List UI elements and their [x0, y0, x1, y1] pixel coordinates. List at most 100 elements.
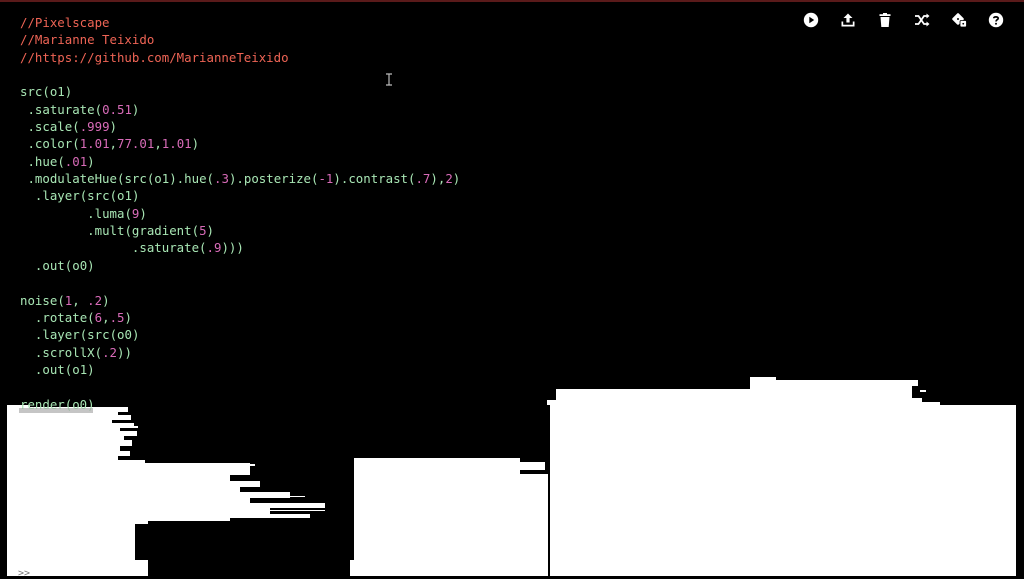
code-function: luma	[94, 205, 125, 221]
code-function: color	[34, 136, 73, 152]
code-punctuation: )	[109, 119, 118, 135]
code-punctuation: .	[20, 101, 35, 117]
code-punctuation: )	[102, 292, 110, 308]
code-punctuation: ))	[117, 344, 132, 360]
code-line[interactable]: //https://github.com/MarianneTeixido	[20, 49, 580, 66]
code-punctuation: .	[20, 309, 43, 325]
code-number: -1	[318, 171, 334, 187]
upload-icon	[841, 13, 854, 27]
code-line[interactable]	[20, 274, 580, 291]
code-function: src	[87, 188, 110, 204]
code-line[interactable]: .color(1.01,77.01,1.01)	[20, 135, 580, 152]
code-function: saturate	[139, 240, 200, 256]
code-number: 2	[445, 171, 453, 187]
code-punctuation: )))	[221, 240, 244, 256]
code-punctuation: ).	[333, 171, 349, 187]
random-sketch-button[interactable]	[940, 8, 977, 32]
code-punctuation: .	[20, 223, 95, 239]
upload-button[interactable]	[829, 8, 866, 32]
code-punctuation: )	[124, 309, 132, 325]
code-punctuation: .	[20, 153, 35, 169]
code-function: scale	[34, 119, 73, 135]
code-number: .2	[87, 292, 103, 308]
code-line[interactable]: .modulateHue(src(o1).hue(.3).posterize(-…	[20, 170, 580, 187]
code-line[interactable]: render(o0)	[19, 396, 580, 413]
code-punctuation: .	[20, 136, 35, 152]
console-prompt: >>	[18, 568, 31, 579]
code-punctuation: .	[20, 171, 35, 187]
code-punctuation: (	[72, 136, 80, 152]
code-punctuation: .	[20, 327, 43, 343]
code-punctuation: .	[20, 119, 35, 135]
code-punctuation: (	[199, 240, 207, 256]
code-function: layer	[42, 188, 80, 204]
code-function: out	[42, 257, 65, 273]
code-line[interactable]: .layer(src(o0)	[20, 326, 580, 343]
clear-button[interactable]	[866, 8, 903, 32]
code-line[interactable]: .scale(.999)	[20, 118, 580, 135]
code-number: .01	[64, 153, 88, 169]
code-editor[interactable]: //Pixelscape //Marianne Teixido//https://…	[19, 14, 580, 413]
code-line[interactable]: //Marianne Teixido	[20, 31, 580, 48]
code-punctuation: (	[124, 205, 132, 221]
code-line[interactable]: src(o1)	[20, 83, 580, 100]
code-punctuation: ,	[109, 136, 118, 152]
trash-icon	[879, 13, 890, 27]
code-punctuation: .	[20, 257, 43, 273]
code-punctuation: (o0)	[109, 327, 140, 343]
code-line[interactable]: .rotate(6,.5)	[20, 309, 580, 326]
shuffle-icon	[914, 13, 929, 27]
code-function: scrollX	[42, 344, 95, 360]
code-punctuation: .	[20, 240, 140, 256]
code-punctuation: (o1).	[146, 171, 185, 187]
code-line[interactable]: .mult(gradient(5)	[20, 222, 580, 239]
code-line[interactable]: .out(o1)	[20, 361, 580, 378]
code-number: 77.01	[117, 136, 155, 152]
code-line[interactable]: .layer(src(o1)	[20, 187, 580, 204]
code-line[interactable]	[20, 66, 580, 83]
code-punctuation: (	[94, 101, 103, 117]
code-line[interactable]	[20, 378, 580, 395]
code-punctuation: (	[124, 223, 132, 239]
code-punctuation: (	[57, 292, 65, 308]
code-line[interactable]: .scrollX(.2))	[20, 344, 580, 361]
code-function: modulateHue	[34, 171, 117, 187]
code-punctuation: (o1)	[64, 361, 95, 377]
code-punctuation: ).	[228, 171, 244, 187]
code-line[interactable]: //Pixelscape	[20, 14, 580, 31]
text-cursor-icon	[385, 71, 393, 86]
code-number: 6	[94, 309, 103, 325]
code-comment: //https://github.com/MarianneTeixido	[20, 49, 289, 65]
shuffle-button[interactable]	[903, 8, 940, 32]
code-punctuation: )	[139, 205, 147, 221]
code-function: hue	[184, 171, 207, 187]
help-icon	[988, 12, 1003, 28]
code-punctuation: )	[452, 171, 461, 187]
help-button[interactable]	[977, 8, 1014, 32]
code-number: .5	[109, 309, 125, 325]
code-comment: //Marianne Teixido	[20, 32, 155, 48]
code-function: saturate	[34, 101, 95, 117]
code-line[interactable]: noise(1, .2)	[20, 292, 580, 309]
active-line-highlight	[19, 407, 93, 413]
code-function: src	[87, 327, 110, 343]
code-punctuation: (o0)	[64, 257, 95, 273]
code-function: contrast	[348, 171, 408, 187]
code-function: posterize	[243, 171, 311, 187]
code-punctuation: ,	[102, 309, 110, 325]
code-number: 1.01	[161, 136, 192, 152]
code-line[interactable]: .saturate(.9)))	[20, 239, 580, 256]
code-number: .7	[415, 171, 431, 187]
code-function: src	[124, 171, 147, 187]
code-punctuation: (	[87, 309, 95, 325]
code-line[interactable]: .saturate(0.51)	[20, 101, 580, 118]
code-line[interactable]: .hue(.01)	[20, 153, 580, 170]
code-punctuation: )	[191, 136, 200, 152]
code-function: gradient	[131, 223, 192, 239]
code-function: layer	[42, 327, 80, 343]
code-line[interactable]: .luma(9)	[20, 205, 580, 222]
code-line[interactable]: .out(o0)	[20, 257, 580, 274]
run-button[interactable]	[792, 8, 829, 32]
code-function: noise	[20, 292, 58, 308]
code-punctuation: )	[87, 153, 95, 169]
